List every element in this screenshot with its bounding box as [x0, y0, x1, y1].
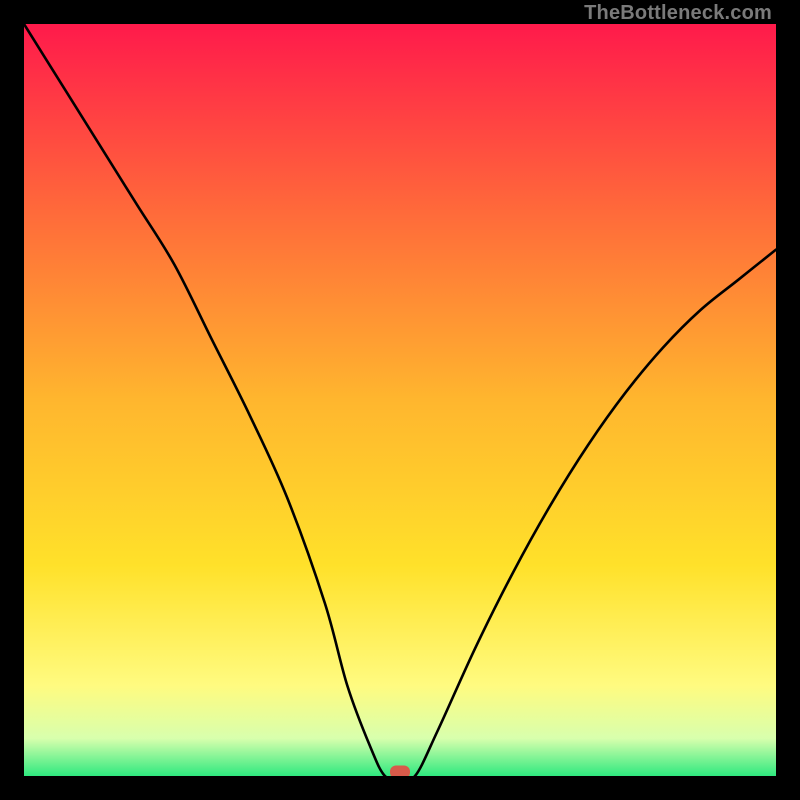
watermark-text: TheBottleneck.com [584, 2, 772, 25]
outer-frame: TheBottleneck.com [0, 0, 800, 800]
optimal-marker [390, 766, 410, 777]
bottleneck-chart [24, 24, 776, 776]
gradient-background [24, 24, 776, 776]
